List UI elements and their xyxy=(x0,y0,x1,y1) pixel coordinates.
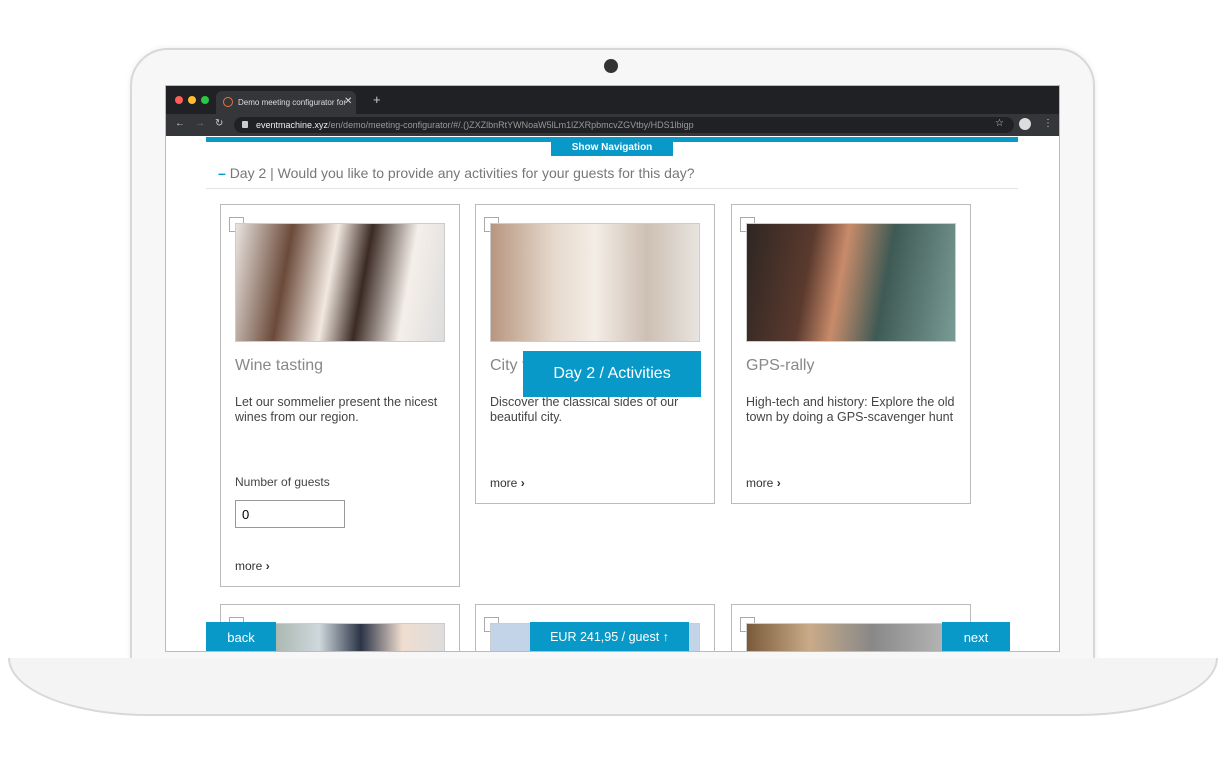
activity-card-gps-rally[interactable]: GPS-rally High-tech and history: Explore… xyxy=(731,204,971,504)
chevron-right-icon: › xyxy=(520,476,525,490)
city-tour-image xyxy=(490,223,700,342)
section-title: Day 2 | Would you like to provide any ac… xyxy=(229,165,695,181)
tab-title: Demo meeting configurator for xyxy=(238,98,347,107)
more-link[interactable]: more › xyxy=(746,476,781,490)
card-description: Discover the classical sides of our beau… xyxy=(490,395,679,424)
card-description: Let our sommelier present the nicest win… xyxy=(235,395,438,424)
maximize-window-button[interactable] xyxy=(201,96,209,104)
activity-card[interactable] xyxy=(731,604,971,651)
activity-image xyxy=(746,623,956,651)
show-navigation-button[interactable]: Show Navigation xyxy=(551,139,673,156)
gps-rally-image xyxy=(746,223,956,342)
back-arrow-icon[interactable]: ← xyxy=(175,118,185,129)
tab-bar: Demo meeting configurator for ✕ + xyxy=(166,86,1059,114)
divider xyxy=(206,188,1018,189)
chevron-right-icon: › xyxy=(776,476,781,490)
close-window-button[interactable] xyxy=(175,96,183,104)
section-heading[interactable]: – Day 2 | Would you like to provide any … xyxy=(218,165,695,181)
card-title: City t xyxy=(490,357,527,374)
url-host: eventmachine.xyz xyxy=(256,120,329,130)
price-label: EUR 241,95 / guest xyxy=(550,630,660,644)
chevron-right-icon: › xyxy=(265,559,270,573)
guests-label: Number of guests xyxy=(235,475,330,489)
more-link[interactable]: more › xyxy=(235,559,270,573)
card-description: High-tech and history: Explore the old t… xyxy=(746,395,955,424)
card-title: GPS-rally xyxy=(746,357,815,374)
card-title: Wine tasting xyxy=(235,357,324,374)
laptop-base xyxy=(8,658,1218,716)
bookmark-star-icon[interactable]: ☆ xyxy=(995,118,1004,129)
close-tab-icon[interactable]: ✕ xyxy=(344,96,352,107)
menu-icon[interactable]: ⋮ xyxy=(1043,118,1053,129)
next-button[interactable]: next xyxy=(942,622,1010,651)
reload-icon[interactable]: ↻ xyxy=(215,118,223,129)
new-tab-icon[interactable]: + xyxy=(373,92,381,107)
more-label: more xyxy=(746,476,774,490)
back-button[interactable]: back xyxy=(206,622,276,651)
profile-icon[interactable] xyxy=(1019,118,1031,130)
lock-icon xyxy=(242,121,248,128)
price-button[interactable]: EUR 241,95 / guest ↑ xyxy=(530,622,689,651)
webcam xyxy=(604,59,618,73)
wine-tasting-image xyxy=(235,223,445,342)
arrow-up-icon: ↑ xyxy=(662,630,669,644)
more-label: more xyxy=(490,476,518,490)
browser-window: Demo meeting configurator for ✕ + ← → ↻ … xyxy=(165,85,1060,652)
more-label: more xyxy=(235,559,263,573)
url-path: /en/demo/meeting-configurator/#/.()ZXZlb… xyxy=(328,120,694,130)
activity-card-wine-tasting[interactable]: Wine tasting Let our sommelier present t… xyxy=(220,204,460,587)
favicon-icon xyxy=(223,97,233,107)
url-input[interactable]: eventmachine.xyz/en/demo/meeting-configu… xyxy=(234,117,1014,133)
guests-input[interactable] xyxy=(235,500,345,528)
forward-arrow-icon[interactable]: → xyxy=(195,118,205,129)
step-overlay-label: Day 2 / Activities xyxy=(523,351,701,397)
more-link[interactable]: more › xyxy=(490,476,525,490)
browser-tab[interactable]: Demo meeting configurator for ✕ xyxy=(216,91,356,114)
collapse-icon: – xyxy=(218,165,226,181)
minimize-window-button[interactable] xyxy=(188,96,196,104)
address-bar-row: ← → ↻ eventmachine.xyz/en/demo/meeting-c… xyxy=(166,114,1059,136)
